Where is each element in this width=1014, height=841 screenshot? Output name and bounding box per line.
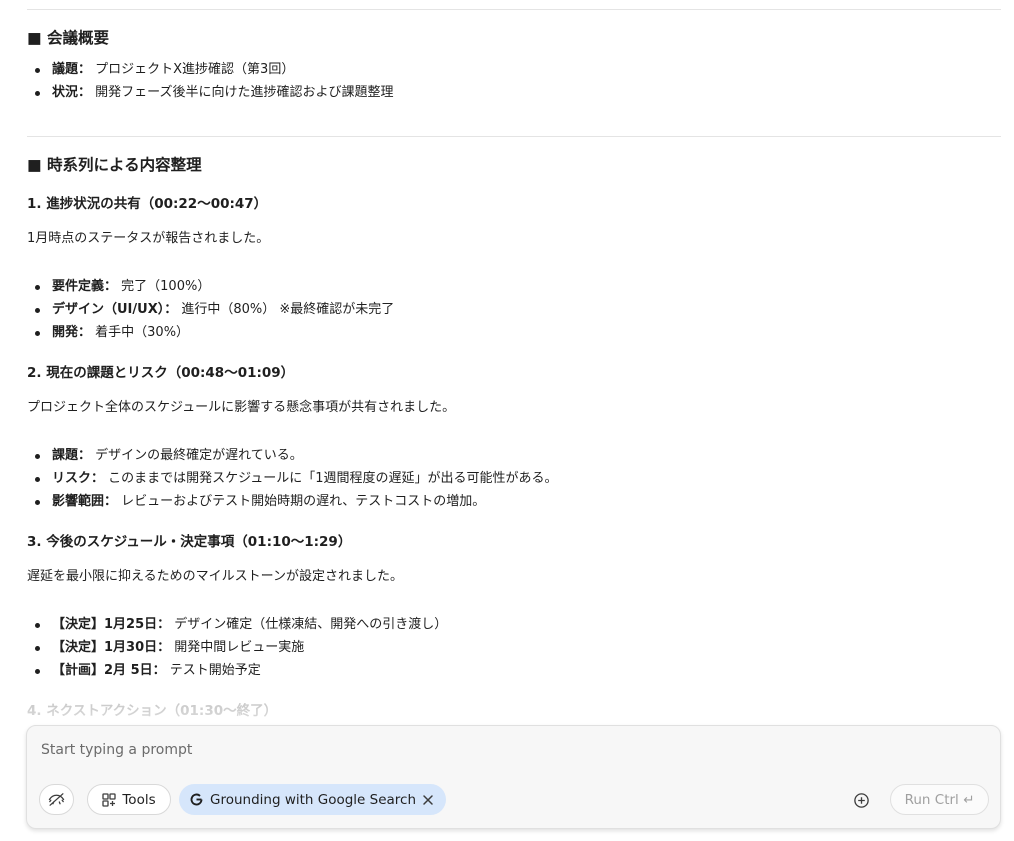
section-3-title: 3. 今後のスケジュール・決定事項（01:10〜1:29） (27, 534, 352, 550)
section-3-list: 【決定】1月25日： デザイン確定（仕様凍結、開発への引き渡し） 【決定】1月3… (27, 613, 447, 682)
timeline-heading: ■ 時系列による内容整理 (27, 156, 202, 174)
close-icon[interactable] (422, 794, 434, 806)
list-item: 状況： 開発フェーズ後半に向けた進捗確認および課題整理 (27, 81, 394, 104)
section-2-title: 2. 現在の課題とリスク（00:48〜01:09） (27, 365, 295, 381)
divider (27, 9, 1001, 10)
list-item: 【計画】2月 5日： テスト開始予定 (27, 659, 447, 682)
divider (27, 136, 1001, 137)
visibility-toggle-button[interactable] (39, 784, 74, 815)
eye-off-icon (48, 791, 65, 808)
google-g-icon (189, 792, 204, 807)
prompt-composer: Tools Grounding with Google Search Run C… (26, 725, 1001, 829)
section-2-intro: プロジェクト全体のスケジュールに影響する懸念事項が共有されました。 (27, 400, 456, 415)
tools-label: Tools (122, 791, 156, 808)
list-item: 【決定】1月25日： デザイン確定（仕様凍結、開発への引き渡し） (27, 613, 447, 636)
run-button[interactable]: Run Ctrl ↵ (890, 784, 989, 815)
meeting-overview-list: 議題： プロジェクトX進捗確認（第3回） 状況： 開発フェーズ後半に向けた進捗確… (27, 58, 394, 104)
grid-icon (102, 792, 117, 807)
section-1-list: 要件定義： 完了（100%） デザイン（UI/UX）： 進行中（80%） ※最終… (27, 275, 394, 344)
list-item: デザイン（UI/UX）： 進行中（80%） ※最終確認が未完了 (27, 298, 394, 321)
section-1-intro: 1月時点のステータスが報告されました。 (27, 231, 270, 246)
tools-button[interactable]: Tools (87, 784, 171, 815)
list-item: 【決定】1月30日： 開発中間レビュー実施 (27, 636, 447, 659)
meeting-overview-heading: ■ 会議概要 (27, 29, 110, 47)
list-item: 課題： デザインの最終確定が遅れている。 (27, 444, 558, 467)
list-item: リスク： このままでは開発スケジュールに「1週間程度の遅延」が出る可能性がある。 (27, 467, 558, 490)
prompt-input[interactable] (39, 738, 983, 762)
grounding-label: Grounding with Google Search (210, 791, 417, 808)
section-1-title: 1. 進捗状況の共有（00:22〜00:47） (27, 196, 268, 212)
list-item: 要件定義： 完了（100%） (27, 275, 394, 298)
section-4-title: 4. ネクストアクション（01:30〜終了） (27, 703, 278, 719)
grounding-chip[interactable]: Grounding with Google Search (179, 784, 447, 815)
section-2-list: 課題： デザインの最終確定が遅れている。 リスク： このままでは開発スケジュール… (27, 444, 558, 513)
list-item: 議題： プロジェクトX進捗確認（第3回） (27, 58, 394, 81)
plus-circle-icon[interactable] (851, 790, 871, 810)
list-item: 開発： 着手中（30%） (27, 321, 394, 344)
list-item: 影響範囲： レビューおよびテスト開始時期の遅れ、テストコストの増加。 (27, 490, 558, 513)
section-3-intro: 遅延を最小限に抑えるためのマイルストーンが設定されました。 (27, 569, 403, 584)
